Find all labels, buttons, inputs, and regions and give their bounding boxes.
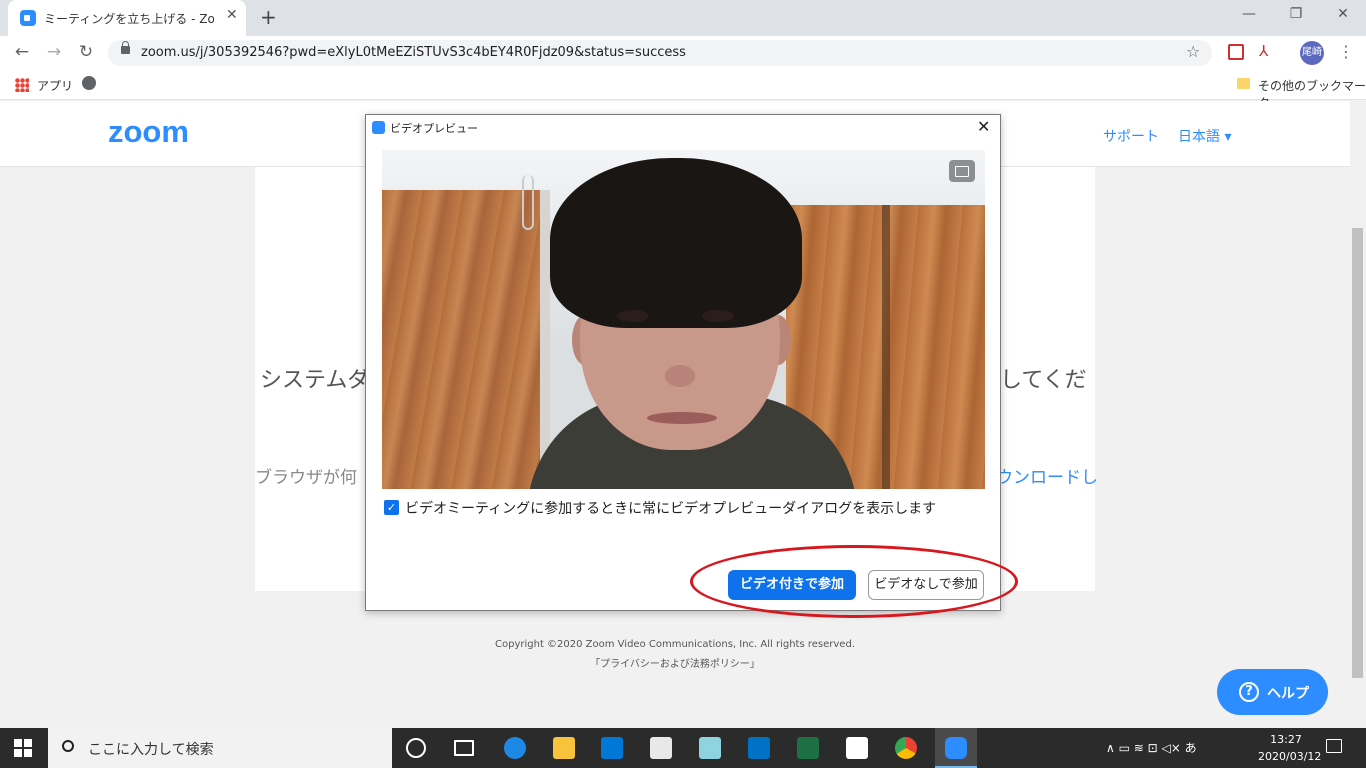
zoom-app-icon (372, 121, 385, 134)
task-view-icon[interactable] (454, 740, 474, 756)
file-explorer-icon[interactable] (553, 737, 575, 759)
profile-avatar[interactable]: 尾崎 (1300, 41, 1324, 65)
window-close-icon[interactable]: ✕ (1320, 6, 1366, 22)
pdf-extension-icon[interactable]: ⅄ (1259, 42, 1268, 60)
forward-icon[interactable]: → (44, 42, 64, 62)
help-label: ヘルプ (1267, 686, 1309, 702)
preview-person-mouth (647, 412, 717, 424)
preview-person-fringe (592, 230, 772, 290)
privacy-link[interactable]: 「プライバシーおよび法務ポリシー」 (0, 655, 1350, 670)
browser-text-left: ブラウザが何 (255, 468, 357, 488)
preview-hook (522, 175, 534, 230)
help-question-icon: ? (1239, 682, 1259, 702)
taskbar-search-placeholder[interactable]: ここに入力して検索 (88, 739, 214, 759)
excel-icon[interactable] (797, 737, 819, 759)
virtual-background-icon[interactable] (949, 160, 975, 182)
new-tab-button[interactable]: + (260, 5, 277, 29)
annotation-highlight-ellipse (690, 545, 1018, 618)
preview-person-nose (665, 365, 695, 387)
always-preview-label[interactable]: ビデオミーティングに参加するときに常にビデオプレビューダイアログを表示します (405, 498, 936, 518)
dialog-close-icon[interactable]: ✕ (977, 117, 990, 136)
search-icon (62, 740, 74, 752)
folder-icon[interactable] (1237, 78, 1250, 89)
store-icon[interactable] (601, 737, 623, 759)
url-text[interactable]: zoom.us/j/305392546?pwd=eXlyL0tMeEZiSTUv… (141, 45, 686, 60)
apps-grid-icon[interactable] (15, 78, 29, 92)
dialog-title: ビデオプレビュー (390, 122, 478, 135)
download-link[interactable]: ウンロードし (996, 463, 1098, 488)
app-icon[interactable] (699, 737, 721, 759)
preview-door-left (382, 190, 547, 489)
system-dialog-text-right: してくだ (1000, 368, 1087, 393)
windows-start-icon[interactable] (14, 739, 32, 757)
copyright-text: Copyright ©2020 Zoom Video Communication… (495, 639, 855, 650)
browser-menu-icon[interactable]: ⋮ (1338, 42, 1354, 61)
browser-tab[interactable]: ミーティングを立ち上げる - Zoom ✕ (8, 0, 246, 36)
bookmark-apps[interactable]: アプリ (37, 77, 73, 94)
extension-icon[interactable] (1228, 44, 1244, 60)
always-preview-checkbox[interactable]: ✓ (384, 500, 399, 515)
preview-person-eye (617, 310, 649, 322)
tab-close-icon[interactable]: ✕ (226, 7, 238, 23)
clock-time[interactable]: 13:27 (1264, 733, 1308, 746)
camera-preview (382, 150, 985, 489)
preview-door-seam (882, 205, 890, 489)
nav-support-link[interactable]: サポート (1103, 126, 1159, 146)
video-preview-dialog: ビデオプレビュー ✕ ✓ ビデオミーティングに参加するときに常にビデオプレビュー… (365, 114, 1001, 611)
system-dialog-text-left: システムダ (260, 368, 370, 393)
bookmark-star-icon[interactable]: ☆ (1186, 42, 1200, 61)
help-button[interactable]: ? ヘルプ (1217, 669, 1328, 715)
zoom-logo[interactable]: zoom (108, 114, 189, 150)
back-icon[interactable]: ← (12, 42, 32, 62)
lock-icon[interactable] (121, 41, 130, 54)
chrome-icon[interactable] (895, 737, 917, 759)
reload-icon[interactable]: ↻ (76, 42, 96, 62)
edge-icon[interactable] (504, 737, 526, 759)
preview-person-eye (702, 310, 734, 322)
scrollbar-thumb[interactable] (1352, 228, 1363, 678)
globe-icon[interactable] (82, 76, 96, 90)
cortana-icon[interactable] (406, 738, 426, 758)
system-tray-icons[interactable]: ∧ ▭ ≋ ⊡ ◁× あ (1106, 739, 1197, 756)
app-icon[interactable] (846, 737, 868, 759)
zoom-favicon-icon (20, 10, 36, 26)
clock-date[interactable]: 2020/03/12 (1258, 750, 1321, 763)
restore-icon[interactable]: ❐ (1273, 6, 1319, 22)
language-selector[interactable]: 日本語 ▾ (1178, 126, 1231, 146)
minimize-icon[interactable]: — (1226, 6, 1272, 22)
zoom-icon[interactable] (945, 737, 967, 759)
news-icon[interactable] (650, 737, 672, 759)
bookmarks-bar (0, 70, 1366, 100)
tab-title: ミーティングを立ち上げる - Zoom (44, 12, 214, 26)
notification-icon[interactable] (1326, 739, 1342, 753)
mail-icon[interactable] (748, 737, 770, 759)
